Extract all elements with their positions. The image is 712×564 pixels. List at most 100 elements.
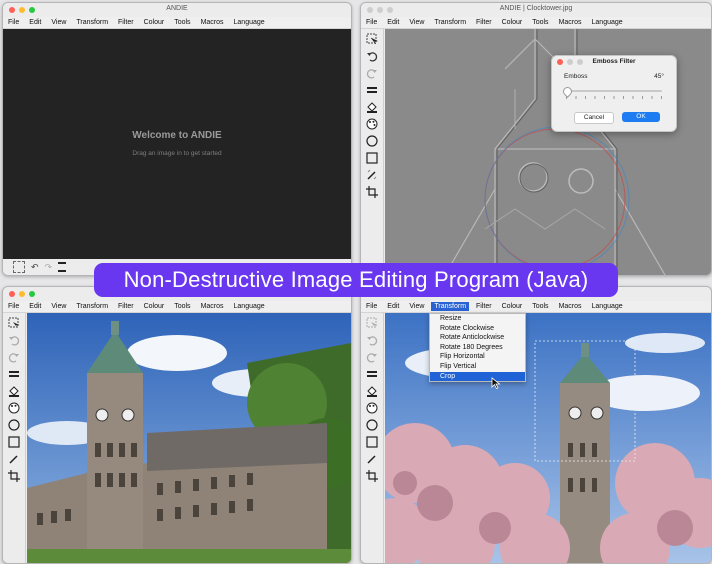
menu-filter[interactable]: Filter (476, 19, 492, 26)
menu-tools[interactable]: Tools (532, 19, 548, 26)
menu-language[interactable]: Language (234, 303, 265, 310)
menu-item-rotate-clockwise[interactable]: Rotate Clockwise (430, 324, 525, 334)
menu-edit[interactable]: Edit (387, 19, 399, 26)
select-icon[interactable] (7, 316, 22, 330)
menu-filter[interactable]: Filter (118, 303, 134, 310)
menu-macros[interactable]: Macros (201, 303, 224, 310)
cancel-button[interactable]: Cancel (574, 112, 614, 124)
menu-colour[interactable]: Colour (144, 303, 165, 310)
menu-language[interactable]: Language (234, 19, 265, 26)
menu-edit[interactable]: Edit (387, 303, 399, 310)
undo-icon[interactable] (365, 333, 380, 347)
redo-icon[interactable] (365, 66, 380, 80)
select-icon[interactable] (365, 316, 380, 330)
undo-icon[interactable] (365, 49, 380, 63)
select-icon[interactable] (365, 32, 380, 46)
menu-item-rotate-180[interactable]: Rotate 180 Degrees (430, 343, 525, 353)
menu-filter[interactable]: Filter (476, 303, 492, 310)
menu-macros[interactable]: Macros (201, 19, 224, 26)
menu-bar: File Edit View Transform Filter Colour T… (361, 17, 711, 29)
menu-tools[interactable]: Tools (532, 303, 548, 310)
palette-icon[interactable] (365, 117, 380, 131)
ok-button[interactable]: OK (622, 112, 660, 122)
ellipse-icon[interactable] (365, 134, 380, 148)
menu-bar: File Edit View Transform Filter Colour T… (3, 17, 351, 29)
redo-icon[interactable]: ↷ (45, 262, 53, 273)
menu-colour[interactable]: Colour (502, 19, 523, 26)
window-top-left: ANDIE File Edit View Transform Filter Co… (2, 2, 352, 276)
menu-bar: File Edit View Transform Filter Colour T… (3, 301, 351, 313)
emboss-dialog: Emboss Filter Emboss 45° Cancel OK (551, 55, 677, 132)
rectangle-icon[interactable] (365, 435, 380, 449)
menu-transform[interactable]: Transform (434, 19, 466, 26)
menu-file[interactable]: File (8, 303, 19, 310)
crop-icon[interactable] (7, 469, 22, 483)
slider-ticks (566, 96, 662, 99)
rectangle-icon[interactable] (7, 435, 22, 449)
emboss-slider[interactable] (561, 85, 662, 99)
menu-file[interactable]: File (366, 19, 377, 26)
menu-file[interactable]: File (8, 19, 19, 26)
ellipse-icon[interactable] (365, 418, 380, 432)
crop-icon[interactable] (365, 469, 380, 483)
menu-macros[interactable]: Macros (559, 19, 582, 26)
redo-icon[interactable] (365, 350, 380, 364)
menu-item-resize[interactable]: Resize (430, 314, 525, 324)
menu-transform[interactable]: Transform (431, 302, 470, 311)
select-icon[interactable] (13, 261, 25, 273)
fill-icon[interactable] (365, 384, 380, 398)
title-bar[interactable]: ANDIE (3, 3, 351, 17)
pen-icon[interactable] (365, 168, 380, 182)
zoom-icon[interactable] (58, 262, 67, 272)
image-canvas[interactable] (27, 313, 351, 563)
close-button[interactable] (9, 291, 15, 297)
zoom-icon[interactable] (365, 83, 380, 97)
undo-icon[interactable]: ↶ (31, 262, 39, 273)
pen-icon[interactable] (7, 452, 22, 466)
menu-view[interactable]: View (409, 19, 424, 26)
undo-icon[interactable] (7, 333, 22, 347)
zoom-icon[interactable] (365, 367, 380, 381)
menu-transform[interactable]: Transform (76, 303, 108, 310)
menu-colour[interactable]: Colour (502, 303, 523, 310)
menu-edit[interactable]: Edit (29, 303, 41, 310)
palette-icon[interactable] (7, 401, 22, 415)
menu-item-rotate-anticlockwise[interactable]: Rotate Anticlockwise (430, 333, 525, 343)
zoom-icon[interactable] (7, 367, 22, 381)
rectangle-icon[interactable] (365, 151, 380, 165)
menu-transform[interactable]: Transform (76, 19, 108, 26)
menu-tools[interactable]: Tools (174, 19, 190, 26)
tool-sidebar (3, 313, 26, 563)
dialog-close-button[interactable] (557, 59, 563, 65)
menu-language[interactable]: Language (592, 19, 623, 26)
menu-macros[interactable]: Macros (559, 303, 582, 310)
dialog-title: Emboss Filter (592, 58, 636, 65)
tool-sidebar (361, 29, 384, 275)
image-canvas[interactable]: Emboss Filter Emboss 45° Cancel OK (385, 29, 711, 275)
title-bar[interactable]: ANDIE | Clocktower.jpg (361, 3, 711, 17)
menu-item-flip-vertical[interactable]: Flip Vertical (430, 362, 525, 372)
menu-view[interactable]: View (409, 303, 424, 310)
menu-filter[interactable]: Filter (118, 19, 134, 26)
menu-edit[interactable]: Edit (29, 19, 41, 26)
redo-icon[interactable] (7, 350, 22, 364)
minimize-button[interactable] (19, 291, 25, 297)
menu-colour[interactable]: Colour (144, 19, 165, 26)
ellipse-icon[interactable] (7, 418, 22, 432)
crop-icon[interactable] (365, 185, 380, 199)
menu-language[interactable]: Language (592, 303, 623, 310)
menu-item-flip-horizontal[interactable]: Flip Horizontal (430, 352, 525, 362)
fill-icon[interactable] (365, 100, 380, 114)
menu-view[interactable]: View (51, 303, 66, 310)
menu-view[interactable]: View (51, 19, 66, 26)
palette-icon[interactable] (365, 401, 380, 415)
window-bottom-right: File Edit View Transform Filter Colour T… (360, 286, 712, 564)
fill-icon[interactable] (7, 384, 22, 398)
pen-icon[interactable] (365, 452, 380, 466)
menu-item-crop[interactable]: Crop (430, 371, 525, 382)
empty-canvas[interactable]: Welcome to ANDIE Drag an image in to get… (3, 29, 351, 259)
menu-file[interactable]: File (366, 303, 377, 310)
menu-tools[interactable]: Tools (174, 303, 190, 310)
zoom-button[interactable] (29, 291, 35, 297)
emboss-value: 45° (654, 73, 664, 80)
